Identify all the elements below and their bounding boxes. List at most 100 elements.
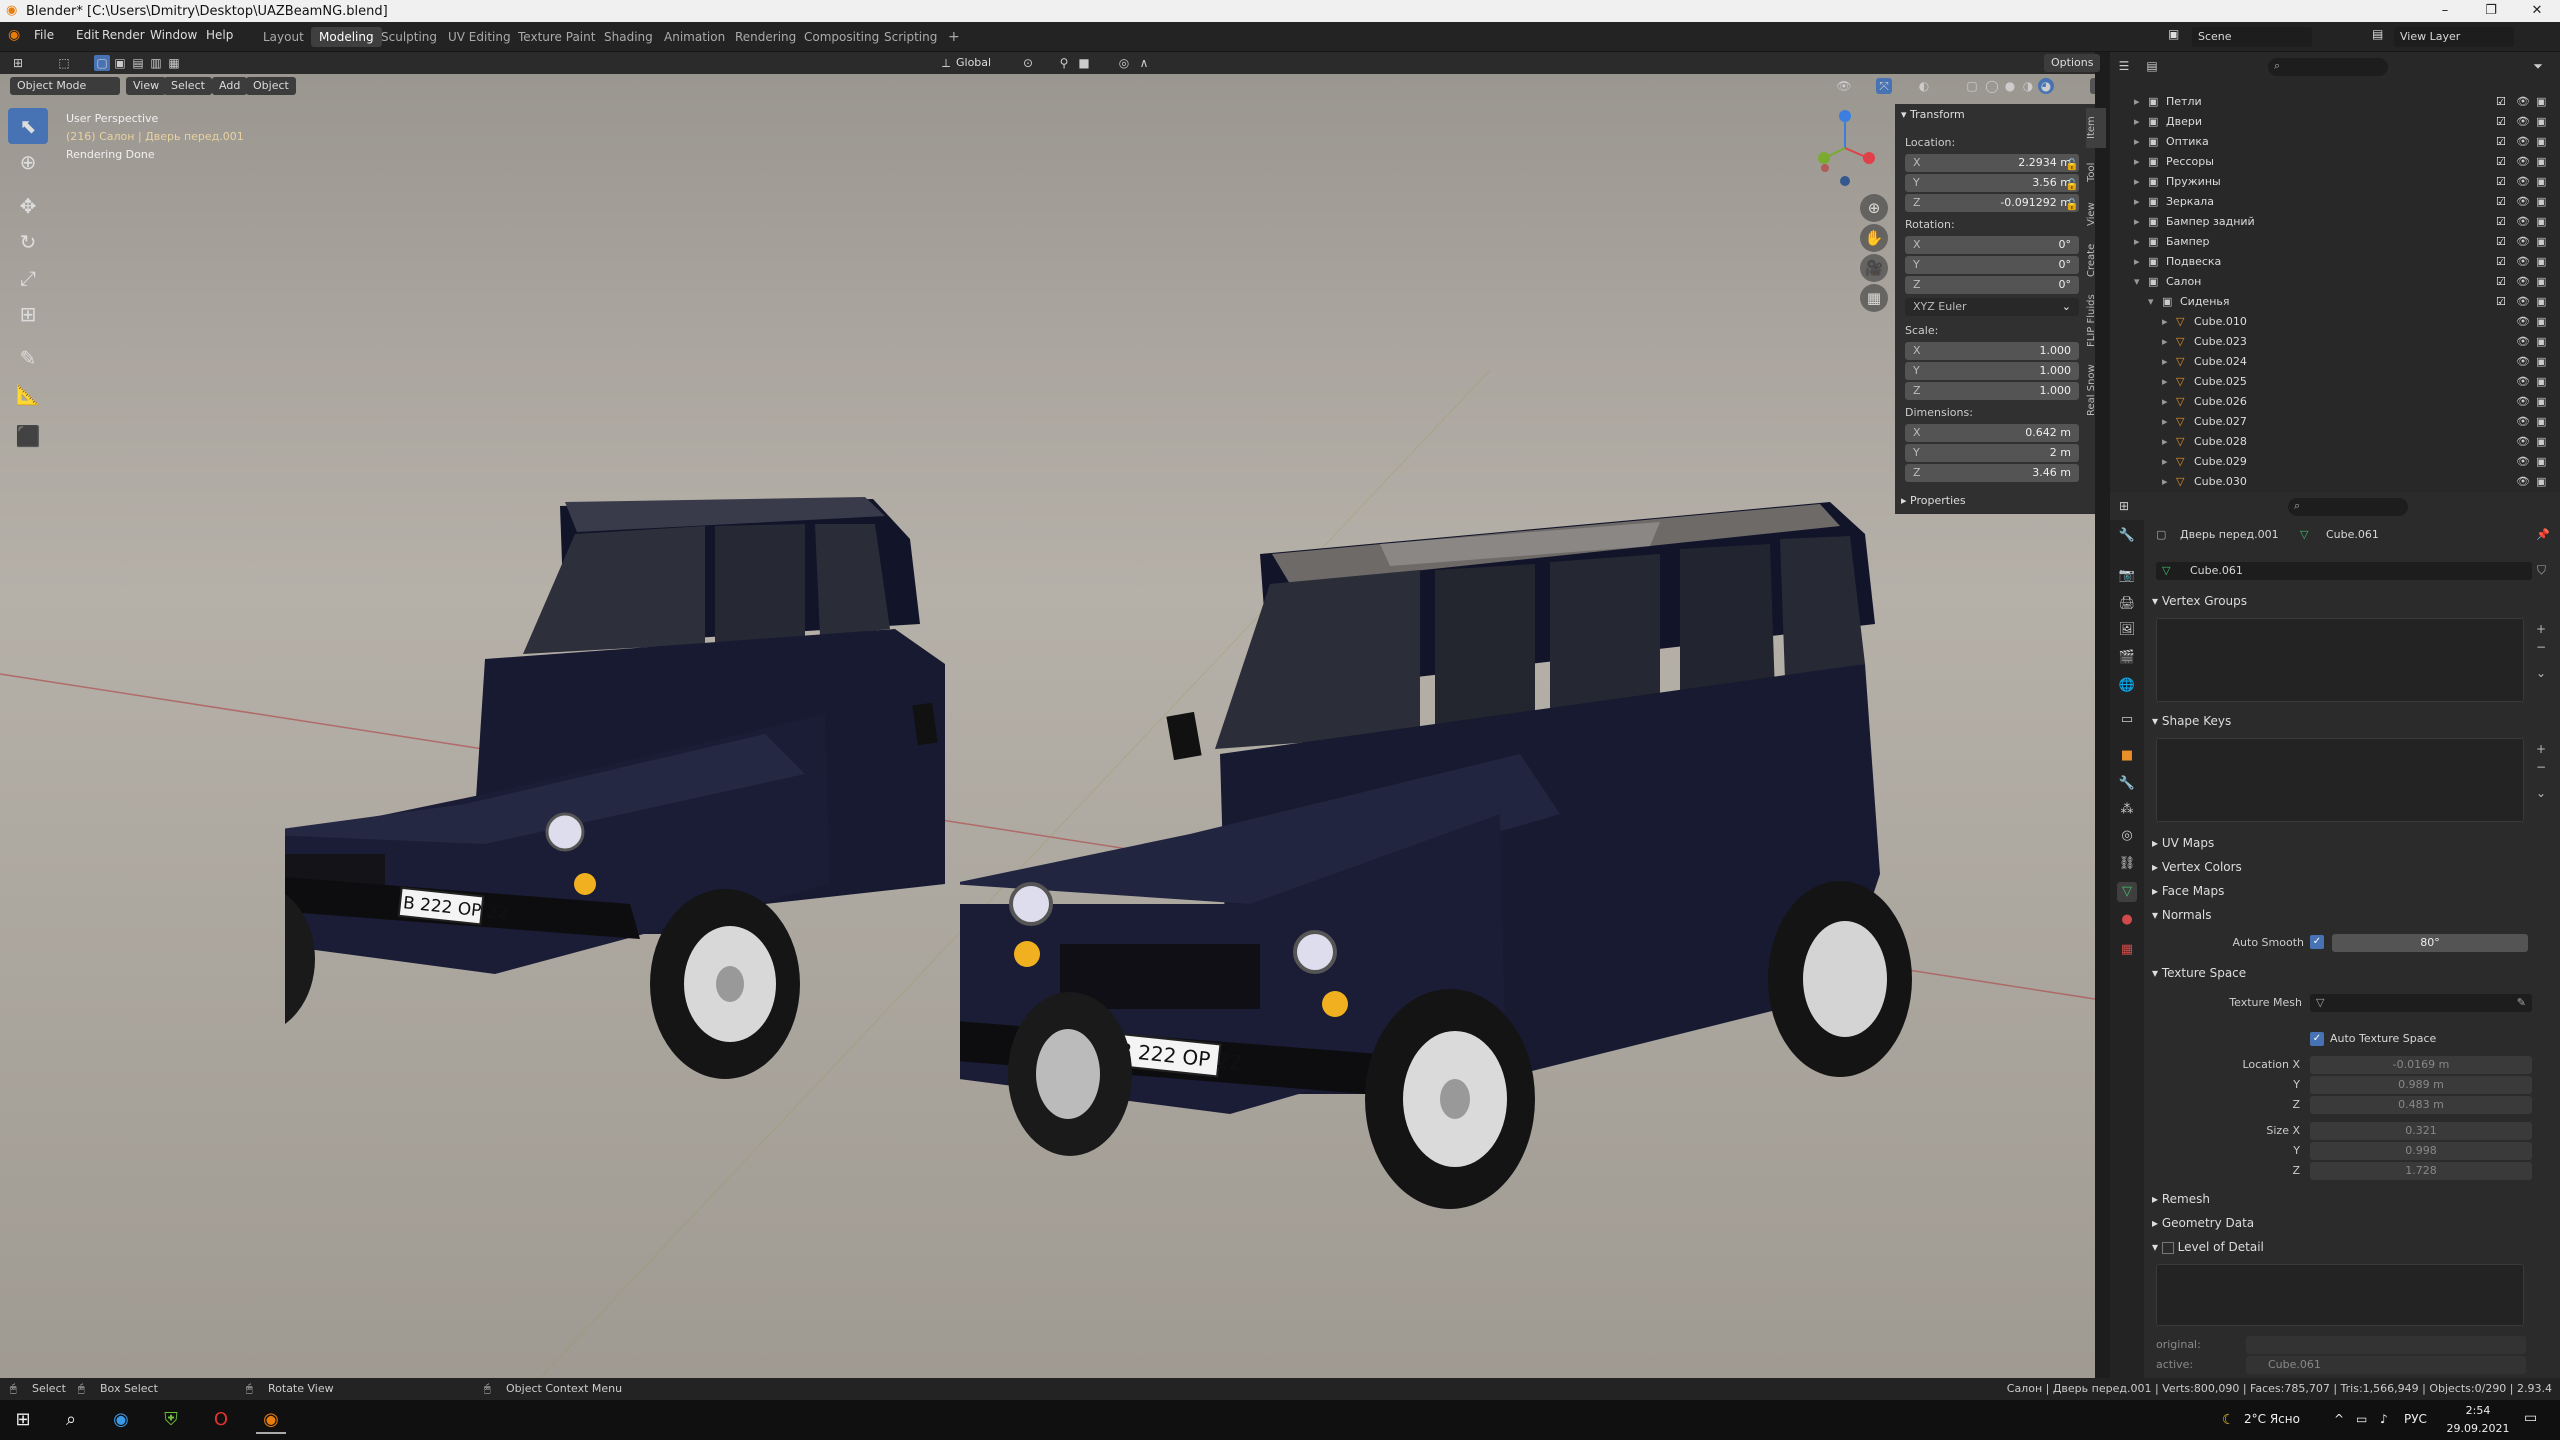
volume-icon[interactable]: ♪ [2380,1412,2388,1426]
sidebar-tab-create[interactable]: Create [2086,238,2106,282]
geometry-data-header[interactable]: ▸ Geometry Data [2152,1216,2254,1230]
visibility-eye-icon[interactable]: 👁 [2516,375,2530,388]
navigation-gizmo[interactable] [1805,106,1875,186]
snap-target-icon[interactable]: ■ [1076,55,1092,71]
dimensions-y-field[interactable]: Y2 m [1905,444,2079,462]
visibility-eye-icon[interactable]: 👁 [2516,435,2530,448]
render-camera-icon[interactable]: ▣ [2536,235,2546,248]
expand-arrow-icon[interactable]: ▸ [2134,255,2140,268]
vertex-groups-list[interactable] [2156,618,2524,702]
render-camera-icon[interactable]: ▣ [2536,295,2546,308]
expand-arrow-icon[interactable]: ▸ [2162,455,2168,468]
expand-arrow-icon[interactable]: ▸ [2134,215,2140,228]
visibility-eye-icon[interactable]: 👁 [2516,215,2530,228]
outliner-row[interactable]: ▾ ▣ Салон 👁 ▣ ☑ [2110,272,2560,292]
maximize-button[interactable]: ❐ [2468,0,2514,22]
shape-key-specials-icon[interactable]: ⌄ [2536,786,2546,800]
expand-arrow-icon[interactable]: ▸ [2162,335,2168,348]
tray-expand-icon[interactable]: ^ [2334,1412,2344,1426]
outliner-row[interactable]: ▸ ▽ Cube.027 👁 ▣ [2110,412,2560,432]
auto-smooth-checkbox[interactable]: ✓ [2310,935,2324,949]
editor-type-icon[interactable]: ⊞ [10,55,26,71]
close-button[interactable]: ✕ [2514,0,2560,22]
render-camera-icon[interactable]: ▣ [2536,335,2546,348]
tab-texture-paint[interactable]: Texture Paint [510,27,603,47]
scale-tool-icon[interactable]: ⤢ [8,260,48,296]
shape-keys-list[interactable] [2156,738,2524,822]
annotate-tool-icon[interactable]: ✎ [8,340,48,376]
windows-start-icon[interactable]: ⊞ [8,1406,38,1434]
expand-arrow-icon[interactable]: ▸ [2134,175,2140,188]
expand-arrow-icon[interactable]: ▸ [2134,115,2140,128]
options-dropdown[interactable]: Options [2044,54,2101,72]
world-tab-icon[interactable]: 🌐 [2117,676,2137,696]
render-camera-icon[interactable]: ▣ [2536,455,2546,468]
transform-orientation-icon[interactable]: ⟂ [938,55,954,71]
mesh-data-tab-icon[interactable]: ▽ [2117,882,2137,902]
outliner-editor-icon[interactable]: ☰ [2116,58,2132,74]
proportional-edit-icon[interactable]: ◎ [1116,55,1132,71]
tab-layout[interactable]: Layout [255,27,312,47]
taskbar-search-icon[interactable]: ⌕ [56,1406,86,1434]
expand-arrow-icon[interactable]: ▸ [2162,395,2168,408]
measure-tool-icon[interactable]: 📐 [8,376,48,412]
display-mode-icon[interactable]: ▤ [2144,58,2160,74]
dimensions-x-field[interactable]: X 0.642 m [1905,424,2079,442]
material-tab-icon[interactable]: ● [2117,910,2137,930]
scene-icon[interactable]: ▣ [2168,27,2179,41]
rotation-x-field[interactable]: X 0° [1905,236,2079,254]
move-tool-icon[interactable]: ✥ [8,188,48,224]
lock-location-z-icon[interactable]: 🔓 [2065,198,2079,211]
render-camera-icon[interactable]: ▣ [2536,415,2546,428]
object-tab-icon[interactable]: ■ [2117,746,2137,766]
render-camera-icon[interactable]: ▣ [2536,155,2546,168]
menu-render[interactable]: Render [102,28,145,42]
render-camera-icon[interactable]: ▣ [2536,355,2546,368]
constraints-tab-icon[interactable]: ⛓ [2117,854,2137,874]
normals-header[interactable]: ▾ Normals [2152,908,2212,922]
render-camera-icon[interactable]: ▣ [2536,475,2546,488]
visibility-eye-icon[interactable]: 👁 [2516,255,2530,268]
outliner-row[interactable]: ▸ ▽ Cube.010 👁 ▣ [2110,312,2560,332]
blender-menu-icon[interactable]: ◉ [8,27,20,43]
notifications-icon[interactable]: ▭ [2524,1410,2537,1426]
clock-time[interactable]: 2:54 [2446,1404,2510,1417]
expand-arrow-icon[interactable]: ▸ [2162,355,2168,368]
output-tab-icon[interactable]: 🖨 [2117,594,2137,614]
select-mode-extend-icon[interactable]: ▣ [112,55,128,71]
visibility-eye-icon[interactable]: 👁 [2516,295,2530,308]
visibility-eye-icon[interactable]: 👁 [2516,135,2530,148]
texture-tab-icon[interactable]: ▦ [2117,940,2137,960]
tab-rendering[interactable]: Rendering [727,27,804,47]
shield-icon[interactable]: ⛉ [2537,563,2546,578]
render-camera-icon[interactable]: ▣ [2536,175,2546,188]
remove-shape-key-icon[interactable]: − [2536,760,2546,774]
exclude-checkbox[interactable]: ☑ [2496,95,2506,108]
render-camera-icon[interactable]: ▣ [2536,375,2546,388]
outliner-row[interactable]: ▸ ▽ Cube.023 👁 ▣ [2110,332,2560,352]
expand-arrow-icon[interactable]: ▸ [2162,415,2168,428]
visibility-eye-icon[interactable]: 👁 [2516,475,2530,488]
expand-arrow-icon[interactable]: ▸ [2162,435,2168,448]
visibility-eye-icon[interactable]: 👁 [2516,315,2530,328]
select-mode-new-icon[interactable]: ▢ [94,55,110,71]
uaz-car-right[interactable]: В 222 ОР 22 [960,474,1920,1234]
zoom-view-icon[interactable]: ⊕ [1860,194,1888,222]
eyedropper-icon[interactable]: ✎ [2517,996,2526,1009]
render-camera-icon[interactable]: ▣ [2536,435,2546,448]
level-of-detail-header[interactable]: ▾ Level of Detail [2152,1240,2264,1254]
visibility-eye-icon[interactable]: 👁 [2516,415,2530,428]
outliner-row[interactable]: ▸ ▣ Оптика 👁 ▣ ☑ [2110,132,2560,152]
view-layer-icon[interactable]: ▤ [2372,27,2383,41]
properties-section-header[interactable]: ▸ Properties [1901,494,1966,507]
collection-tab-icon[interactable]: ▭ [2117,710,2137,730]
sidebar-tab-view[interactable]: View [2086,196,2106,232]
modifier-tab-icon[interactable]: 🔧 [2117,774,2137,794]
falloff-icon[interactable]: ∧ [1136,55,1152,71]
pan-view-icon[interactable]: ✋ [1860,224,1888,252]
mesh-datablock-field[interactable]: ▽ Cube.061 [2156,562,2532,580]
network-icon[interactable]: ▭ [2356,1412,2367,1426]
auto-texture-space-checkbox[interactable]: ✓ [2310,1032,2324,1046]
rotate-tool-icon[interactable]: ↻ [8,224,48,260]
exclude-checkbox[interactable]: ☑ [2496,255,2506,268]
